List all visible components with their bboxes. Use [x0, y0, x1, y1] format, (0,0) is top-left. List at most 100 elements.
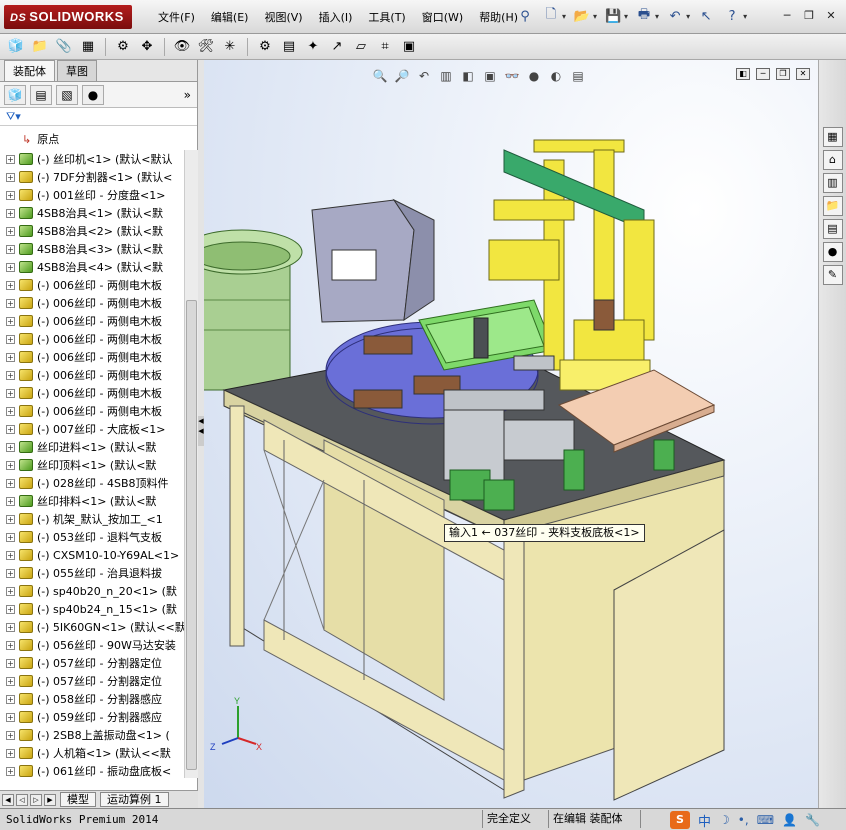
filter-icon[interactable]: ⛛▾ [6, 110, 21, 124]
expand-icon[interactable]: + [6, 532, 15, 542]
solidworks-resources-icon[interactable]: ▦ [822, 127, 843, 147]
tree-item[interactable]: + (-) CXSM10-10-Y69AL<1> [0, 546, 184, 564]
expand-icon[interactable]: + [6, 190, 15, 200]
instant3d-icon[interactable]: ▱ [351, 37, 371, 57]
tree-item[interactable]: + (-) 机架_默认_按加工_<1 [0, 510, 184, 528]
scrollbar-thumb[interactable] [186, 300, 197, 770]
tree-item[interactable]: + (-) 006丝印 - 两侧电木板 [0, 366, 184, 384]
solidworks-logo[interactable]: DS SOLIDWORKS [4, 5, 132, 29]
restore-icon[interactable]: ❐ [800, 8, 818, 24]
configuration-manager-icon[interactable]: ▧ [56, 84, 78, 105]
menu-edit[interactable]: 编辑(E) [203, 9, 257, 27]
undo-icon[interactable]: ↶ [665, 6, 685, 26]
tree-item[interactable]: + (-) 001丝印 - 分度盘<1> [0, 186, 184, 204]
expand-icon[interactable]: + [6, 622, 15, 632]
new-dropdown-icon[interactable]: ▾ [562, 12, 566, 21]
tree-scrollbar[interactable] [184, 150, 198, 778]
settings-wrench-icon[interactable]: 🔧 [805, 813, 820, 827]
expand-icon[interactable]: + [6, 712, 15, 722]
expand-icon[interactable]: + [6, 514, 15, 524]
expand-icon[interactable]: + [6, 172, 15, 182]
assembly-model-render[interactable]: Y X Z [204, 60, 818, 808]
tree-item[interactable]: +4SB8治具<2> (默认<默 [0, 222, 184, 240]
expand-icon[interactable]: + [6, 262, 15, 272]
smart-fasteners-icon[interactable]: ⚙ [113, 37, 133, 57]
expand-icon[interactable]: + [6, 748, 15, 758]
mate-icon[interactable]: 📎 [54, 37, 74, 57]
expand-icon[interactable]: + [6, 280, 15, 290]
print-icon[interactable]: 🖶 [634, 6, 654, 26]
insert-component-icon[interactable]: 📁 [30, 37, 50, 57]
file-explorer-icon[interactable]: 📁 [822, 196, 843, 216]
edit-component-icon[interactable]: 🧊 [6, 37, 26, 57]
tree-item[interactable]: + (-) 059丝印 - 分割器感应 [0, 708, 184, 726]
keyboard-icon[interactable]: ⌨ [757, 813, 774, 827]
tree-item[interactable]: + 丝印排料<1> (默认<默 [0, 492, 184, 510]
select-arrow-icon[interactable]: ↖ [696, 6, 716, 26]
tree-item[interactable]: + (-) 006丝印 - 两侧电木板 [0, 348, 184, 366]
prev-tab-icon[interactable]: ◁ [16, 793, 28, 806]
expand-icon[interactable]: + [6, 694, 15, 704]
move-component-icon[interactable]: ✥ [137, 37, 157, 57]
rebuild-icon[interactable]: ▣ [399, 37, 419, 57]
tree-item[interactable]: + (-) 5IK60GN<1> (默认<<默 [0, 618, 184, 636]
menu-tools[interactable]: 工具(T) [360, 9, 413, 27]
expand-icon[interactable]: + [6, 154, 15, 164]
tree-item[interactable]: + 丝印进料<1> (默认<默 [0, 438, 184, 456]
ime-language[interactable]: 中 [698, 811, 711, 830]
tree-item[interactable]: + (-) 006丝印 - 两侧电木板 [0, 294, 184, 312]
expand-icon[interactable]: + [6, 442, 15, 452]
expand-icon[interactable]: + [6, 730, 15, 740]
print-dropdown-icon[interactable]: ▾ [655, 12, 659, 21]
graphics-area[interactable]: 🔍 🔎 ↶ ▥ ◧ ▣ 👓 ● ◐ ▤ ◧ ─ ❐ ✕ Y X Z 输入1 ← … [204, 60, 818, 808]
half-width-icon[interactable]: ☽ [719, 813, 730, 827]
expand-icon[interactable]: + [6, 334, 15, 344]
punctuation-icon[interactable]: •, [738, 813, 749, 827]
save-icon[interactable]: 💾 [603, 6, 623, 26]
expand-icon[interactable]: + [6, 604, 15, 614]
tree-item[interactable]: + (-) 028丝印 - 4SB8顶料件 [0, 474, 184, 492]
custom-properties-icon[interactable]: ✎ [822, 265, 843, 285]
expand-icon[interactable]: + [6, 640, 15, 650]
next-tab-icon[interactable]: ▷ [30, 793, 42, 806]
tree-item[interactable]: + (-) 061丝印 - 振动盘底板< [0, 762, 184, 780]
tree-item[interactable]: +4SB8治具<3> (默认<默 [0, 240, 184, 258]
linear-pattern-icon[interactable]: ▦ [78, 37, 98, 57]
minimize-icon[interactable]: ─ [778, 8, 796, 24]
close-icon[interactable]: ✕ [822, 8, 840, 24]
menu-view[interactable]: 视图(V) [256, 9, 310, 27]
first-tab-icon[interactable]: ◀ [2, 793, 14, 806]
help-icon[interactable]: ? [722, 6, 742, 26]
tree-item[interactable]: + (-) sp40b24_n_15<1> (默 [0, 600, 184, 618]
expand-panel-icon[interactable]: » [184, 88, 191, 102]
expand-icon[interactable]: + [6, 766, 15, 776]
expand-icon[interactable]: + [6, 370, 15, 380]
exploded-view-icon[interactable]: ✦ [303, 37, 323, 57]
tree-item[interactable]: + (-) 056丝印 - 90W马达安装 [0, 636, 184, 654]
tab-motion-study-1[interactable]: 运动算例 1 [100, 792, 169, 807]
tree-item[interactable]: + (-) sp40b20_n_20<1> (默 [0, 582, 184, 600]
new-motion-study-icon[interactable]: ⚙ [255, 37, 275, 57]
expand-icon[interactable]: + [6, 658, 15, 668]
home-icon[interactable]: ⌂ [822, 150, 843, 170]
display-manager-icon[interactable]: ● [82, 84, 104, 105]
origin-row[interactable]: ↳ 原点 [0, 130, 59, 148]
large-design-review-icon[interactable]: ⌗ [375, 37, 395, 57]
tree-item[interactable]: + (-) 丝印机<1> (默认<默认 [0, 150, 184, 168]
expand-icon[interactable]: + [6, 406, 15, 416]
menu-file[interactable]: 文件(F) [150, 9, 203, 27]
design-library-icon[interactable]: ▥ [822, 173, 843, 193]
expand-icon[interactable]: + [6, 424, 15, 434]
appearances-icon[interactable]: ● [822, 242, 843, 262]
open-folder-icon[interactable]: 📂 [572, 6, 592, 26]
open-dropdown-icon[interactable]: ▾ [593, 12, 597, 21]
tree-item[interactable]: + (-) 006丝印 - 两侧电木板 [0, 330, 184, 348]
tree-item[interactable]: + (-) 7DF分割器<1> (默认< [0, 168, 184, 186]
expand-icon[interactable]: + [6, 676, 15, 686]
tree-item[interactable]: + (-) 006丝印 - 两侧电木板 [0, 384, 184, 402]
bill-of-materials-icon[interactable]: ▤ [279, 37, 299, 57]
tree-item[interactable]: +4SB8治具<4> (默认<默 [0, 258, 184, 276]
expand-icon[interactable]: + [6, 586, 15, 596]
expand-icon[interactable]: + [6, 298, 15, 308]
tree-item[interactable]: + (-) 057丝印 - 分割器定位 [0, 672, 184, 690]
